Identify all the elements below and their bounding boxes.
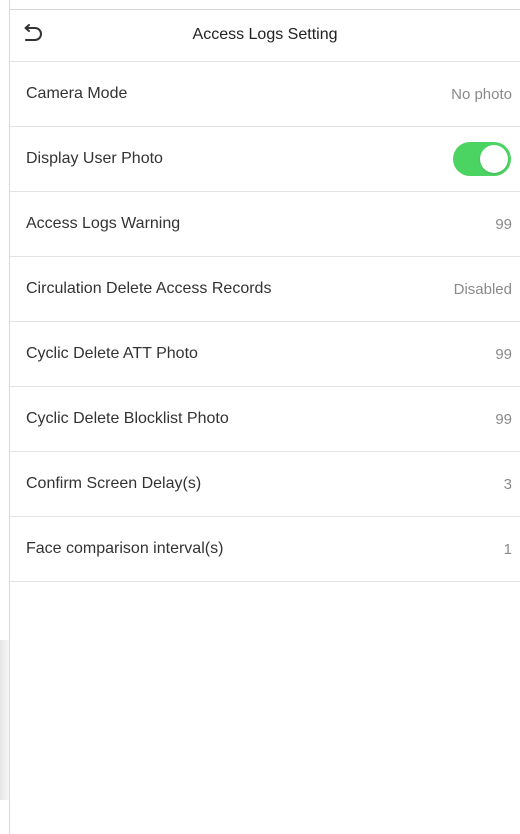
setting-row-camera-mode[interactable]: Camera Mode No photo xyxy=(10,62,520,127)
header-bar: Access Logs Setting xyxy=(10,10,520,62)
setting-label: Access Logs Warning xyxy=(26,215,181,232)
setting-row-access-logs-warning[interactable]: Access Logs Warning 99 xyxy=(10,192,520,257)
toggle-knob xyxy=(480,145,508,173)
setting-label: Cyclic Delete Blocklist Photo xyxy=(26,410,229,427)
setting-value: 1 xyxy=(503,540,512,558)
setting-row-cyclic-delete-att-photo[interactable]: Cyclic Delete ATT Photo 99 xyxy=(10,322,520,387)
settings-list: Camera Mode No photo Display User Photo … xyxy=(10,62,520,582)
display-user-photo-toggle[interactable] xyxy=(453,142,511,176)
setting-label: Cyclic Delete ATT Photo xyxy=(26,345,198,362)
setting-label: Camera Mode xyxy=(26,85,128,102)
setting-value: Disabled xyxy=(453,280,512,298)
setting-label: Face comparison interval(s) xyxy=(26,540,224,557)
setting-row-display-user-photo[interactable]: Display User Photo xyxy=(10,127,520,192)
setting-row-cyclic-delete-blocklist-photo[interactable]: Cyclic Delete Blocklist Photo 99 xyxy=(10,387,520,452)
setting-value: 99 xyxy=(495,215,512,233)
setting-label: Display User Photo xyxy=(26,150,163,167)
left-shadow xyxy=(0,640,9,800)
setting-label: Confirm Screen Delay(s) xyxy=(26,475,202,492)
setting-value: No photo xyxy=(451,85,512,103)
setting-value: 99 xyxy=(495,345,512,363)
setting-row-confirm-screen-delay[interactable]: Confirm Screen Delay(s) 3 xyxy=(10,452,520,517)
setting-row-face-comparison-interval[interactable]: Face comparison interval(s) 1 xyxy=(10,517,520,582)
setting-value: 99 xyxy=(495,410,512,428)
setting-row-circulation-delete-access-records[interactable]: Circulation Delete Access Records Disabl… xyxy=(10,257,520,322)
settings-screen: Access Logs Setting Camera Mode No photo… xyxy=(10,10,520,834)
page-title: Access Logs Setting xyxy=(192,26,338,43)
setting-label: Circulation Delete Access Records xyxy=(26,280,272,297)
setting-value: 3 xyxy=(503,475,512,493)
top-border xyxy=(10,0,520,10)
device-screen: Access Logs Setting Camera Mode No photo… xyxy=(0,0,520,834)
